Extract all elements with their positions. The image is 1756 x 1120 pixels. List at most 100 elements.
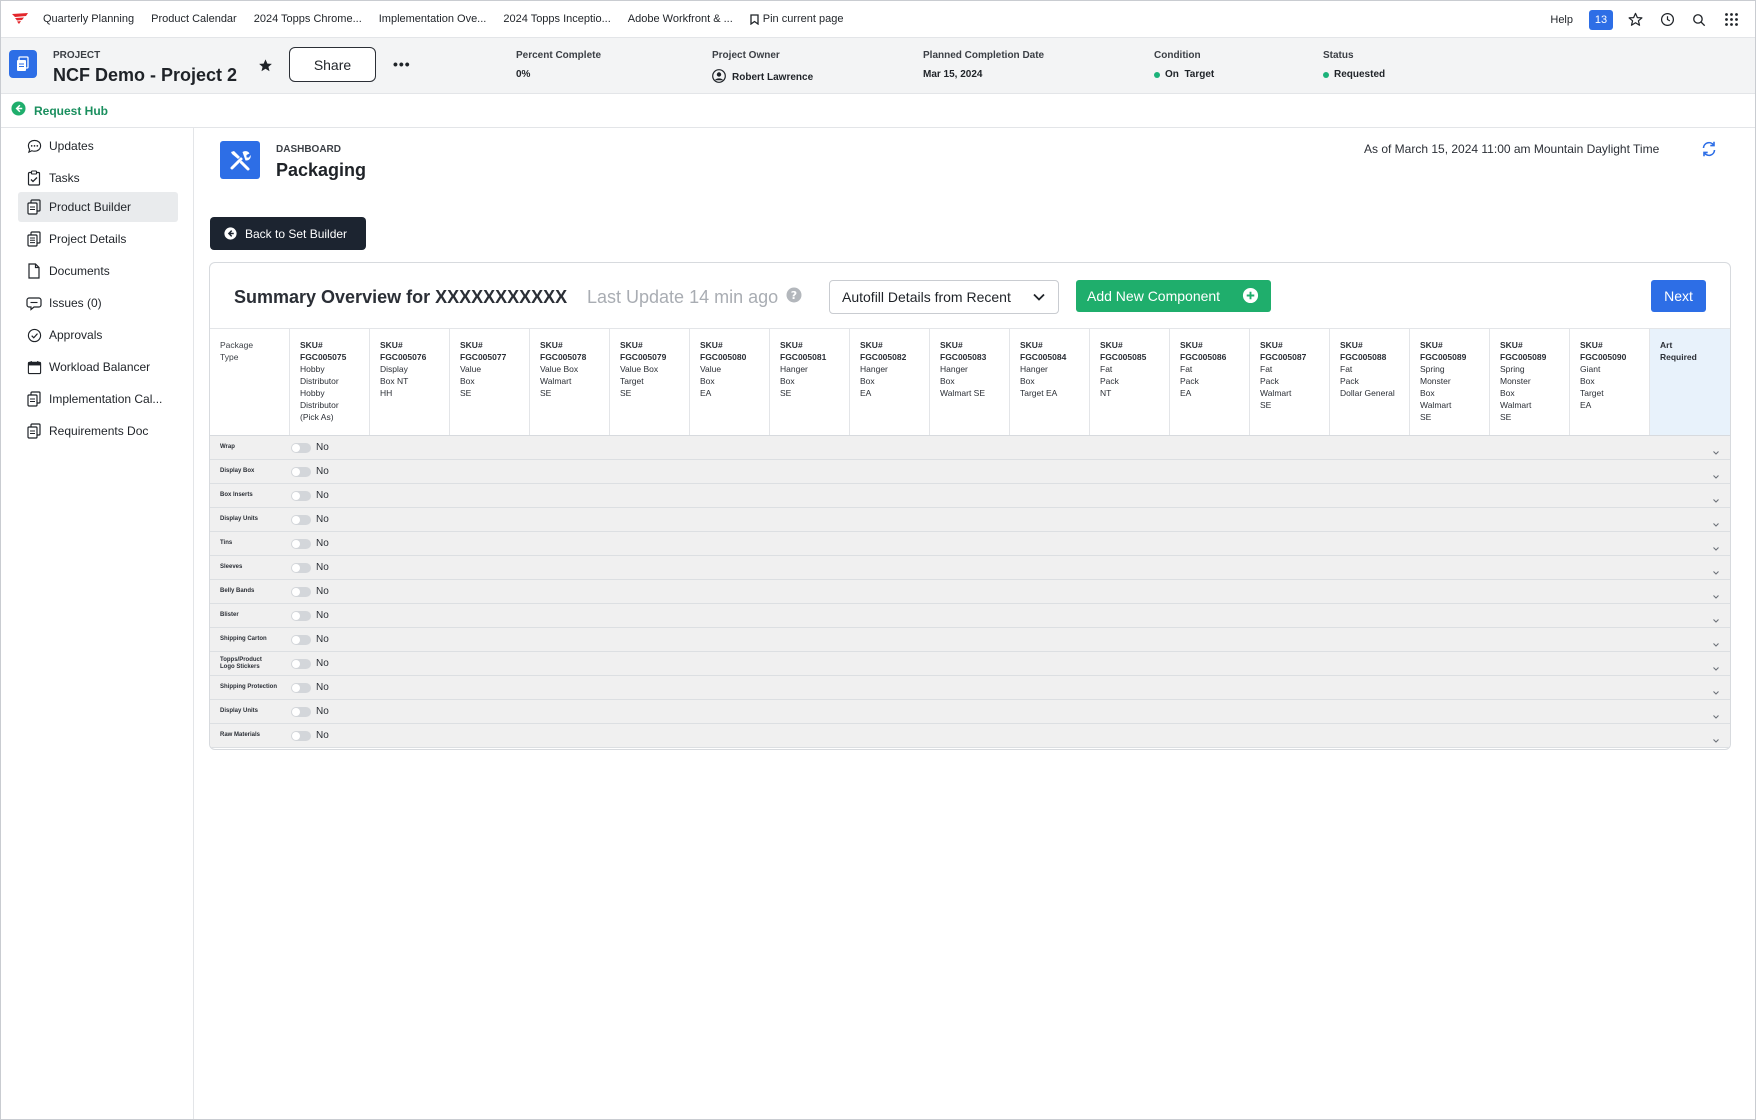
- sidebar-item-project-details[interactable]: Project Details: [18, 224, 178, 254]
- project-owner-value[interactable]: Robert Lawrence: [732, 72, 813, 83]
- search-icon[interactable]: [1691, 12, 1707, 28]
- row-toggle[interactable]: [291, 634, 311, 645]
- row-toggle[interactable]: [291, 514, 311, 525]
- sidebar-item-approvals[interactable]: Approvals: [18, 320, 178, 350]
- app-grid-icon[interactable]: [1723, 12, 1739, 28]
- sku-description: Value Box Target SE: [620, 364, 659, 398]
- table-row[interactable]: Shipping Carton No: [210, 628, 1730, 652]
- row-toggle[interactable]: [291, 586, 311, 597]
- sku-number: SKU# FGC005080: [700, 340, 747, 362]
- condition-value: On Target: [1165, 69, 1215, 80]
- clock-icon[interactable]: [1659, 12, 1675, 28]
- chevron-down-icon[interactable]: [1712, 732, 1720, 749]
- avatar-icon: [712, 69, 726, 86]
- table-row[interactable]: Sleeves No: [210, 556, 1730, 580]
- top-link-1[interactable]: Quarterly Planning: [43, 13, 134, 25]
- sku-number: SKU# FGC005081: [780, 340, 827, 362]
- sidebar-item-issues[interactable]: Issues (0): [18, 288, 178, 318]
- more-options-icon[interactable]: •••: [393, 56, 411, 72]
- row-label: Display Units: [220, 516, 259, 522]
- workfront-logo-icon[interactable]: [11, 12, 29, 26]
- notification-badge[interactable]: 13: [1589, 9, 1613, 30]
- row-toggle-value: No: [316, 586, 329, 597]
- top-link-6[interactable]: Adobe Workfront & ...: [628, 13, 733, 25]
- percent-complete: Percent Complete 0%: [516, 50, 601, 80]
- sidebar-item-documents[interactable]: Documents: [18, 256, 178, 286]
- sidebar-item-implementation-calendar[interactable]: Implementation Cal...: [18, 384, 178, 414]
- row-label: Shipping Carton: [220, 636, 267, 642]
- table-row[interactable]: Blister No: [210, 604, 1730, 628]
- sku-description: Fat Pack NT: [1100, 364, 1119, 398]
- row-toggle[interactable]: [291, 490, 311, 501]
- help-circle-icon[interactable]: ?: [786, 287, 802, 308]
- sku-number: SKU# FGC005090: [1580, 340, 1627, 362]
- help-link[interactable]: Help: [1550, 14, 1573, 26]
- row-toggle[interactable]: [291, 538, 311, 549]
- sku-number: SKU# FGC005079: [620, 340, 667, 362]
- table-row[interactable]: Tins No: [210, 532, 1730, 556]
- column-header-sku: SKU# FGC005081 Hanger Box SE: [770, 329, 850, 435]
- row-toggle[interactable]: [291, 466, 311, 477]
- row-toggle[interactable]: [291, 442, 311, 453]
- next-button[interactable]: Next: [1651, 280, 1706, 312]
- table-row[interactable]: Display Units No: [210, 508, 1730, 532]
- row-toggle-value: No: [316, 562, 329, 573]
- percent-complete-value: 0%: [516, 69, 531, 80]
- table-row[interactable]: Topps/Product Logo Stickers No: [210, 652, 1730, 676]
- request-hub-link[interactable]: Request Hub: [34, 104, 108, 118]
- sidebar-item-tasks[interactable]: Tasks: [18, 163, 178, 193]
- star-icon[interactable]: [1627, 12, 1643, 28]
- table-row[interactable]: Raw Materials No: [210, 724, 1730, 749]
- table-row[interactable]: Display Box No: [210, 460, 1730, 484]
- condition-label: Condition: [1154, 50, 1201, 61]
- sku-description: Spring Monster Box Walmart SE: [1500, 364, 1532, 422]
- sidebar-item-workload-balancer[interactable]: Workload Balancer: [18, 352, 178, 382]
- sku-number: SKU# FGC005083: [940, 340, 987, 362]
- row-toggle[interactable]: [291, 658, 311, 669]
- back-arrow-circle-icon[interactable]: [11, 100, 26, 121]
- row-toggle[interactable]: [291, 730, 311, 741]
- row-toggle-value: No: [316, 514, 329, 525]
- top-link-5[interactable]: 2024 Topps Inceptio...: [503, 13, 610, 25]
- table-row[interactable]: Box Inserts No: [210, 484, 1730, 508]
- row-toggle[interactable]: [291, 682, 311, 693]
- back-to-set-builder-button[interactable]: Back to Set Builder: [210, 217, 366, 250]
- row-toggle-value: No: [316, 706, 329, 717]
- sku-description: Hanger Box Walmart SE: [940, 364, 986, 398]
- sidebar-item-requirements-doc[interactable]: Requirements Doc: [18, 416, 178, 446]
- table-row[interactable]: Belly Bands No: [210, 580, 1730, 604]
- sku-number: SKU# FGC005085: [1100, 340, 1147, 362]
- document-icon: [26, 263, 42, 279]
- chat-icon: [26, 138, 42, 154]
- top-link-2[interactable]: Product Calendar: [151, 13, 237, 25]
- table-row[interactable]: Display Units No: [210, 700, 1730, 724]
- table-row[interactable]: Shipping Protection No: [210, 676, 1730, 700]
- row-toggle[interactable]: [291, 610, 311, 621]
- clipboard-check-icon: [26, 170, 42, 186]
- status-value[interactable]: Requested: [1334, 69, 1385, 80]
- table-row[interactable]: Wrap No: [210, 436, 1730, 460]
- share-button[interactable]: Share: [289, 47, 376, 82]
- pin-current-page[interactable]: Pin current page: [750, 13, 843, 25]
- row-toggle-value: No: [316, 442, 329, 453]
- back-button-label: Back to Set Builder: [245, 226, 348, 241]
- check-circle-icon: [26, 327, 42, 343]
- sidebar-item-product-builder[interactable]: Product Builder: [18, 192, 178, 222]
- row-toggle[interactable]: [291, 562, 311, 573]
- refresh-icon[interactable]: [1700, 140, 1718, 163]
- add-new-component-button[interactable]: Add New Component: [1076, 280, 1271, 312]
- sidebar-item-updates[interactable]: Updates: [18, 131, 178, 161]
- sidebar-item-label: Implementation Cal...: [49, 392, 163, 406]
- top-link-3[interactable]: 2024 Topps Chrome...: [254, 13, 362, 25]
- autofill-dropdown[interactable]: Autofill Details from Recent: [829, 280, 1059, 314]
- left-sidebar: Updates Tasks Product Builder Project De…: [1, 128, 194, 1119]
- bookmark-icon: [750, 13, 759, 25]
- sku-description: Value Box Walmart SE: [540, 364, 579, 398]
- condition: Condition On Target: [1154, 50, 1214, 80]
- top-link-4[interactable]: Implementation Ove...: [379, 13, 487, 25]
- row-label: Raw Materials: [220, 732, 261, 738]
- row-toggle[interactable]: [291, 706, 311, 717]
- document-stack-icon: [26, 199, 42, 215]
- project-header: PROJECT NCF Demo - Project 2 Share ••• P…: [1, 38, 1755, 94]
- favorite-star-icon[interactable]: [258, 58, 273, 78]
